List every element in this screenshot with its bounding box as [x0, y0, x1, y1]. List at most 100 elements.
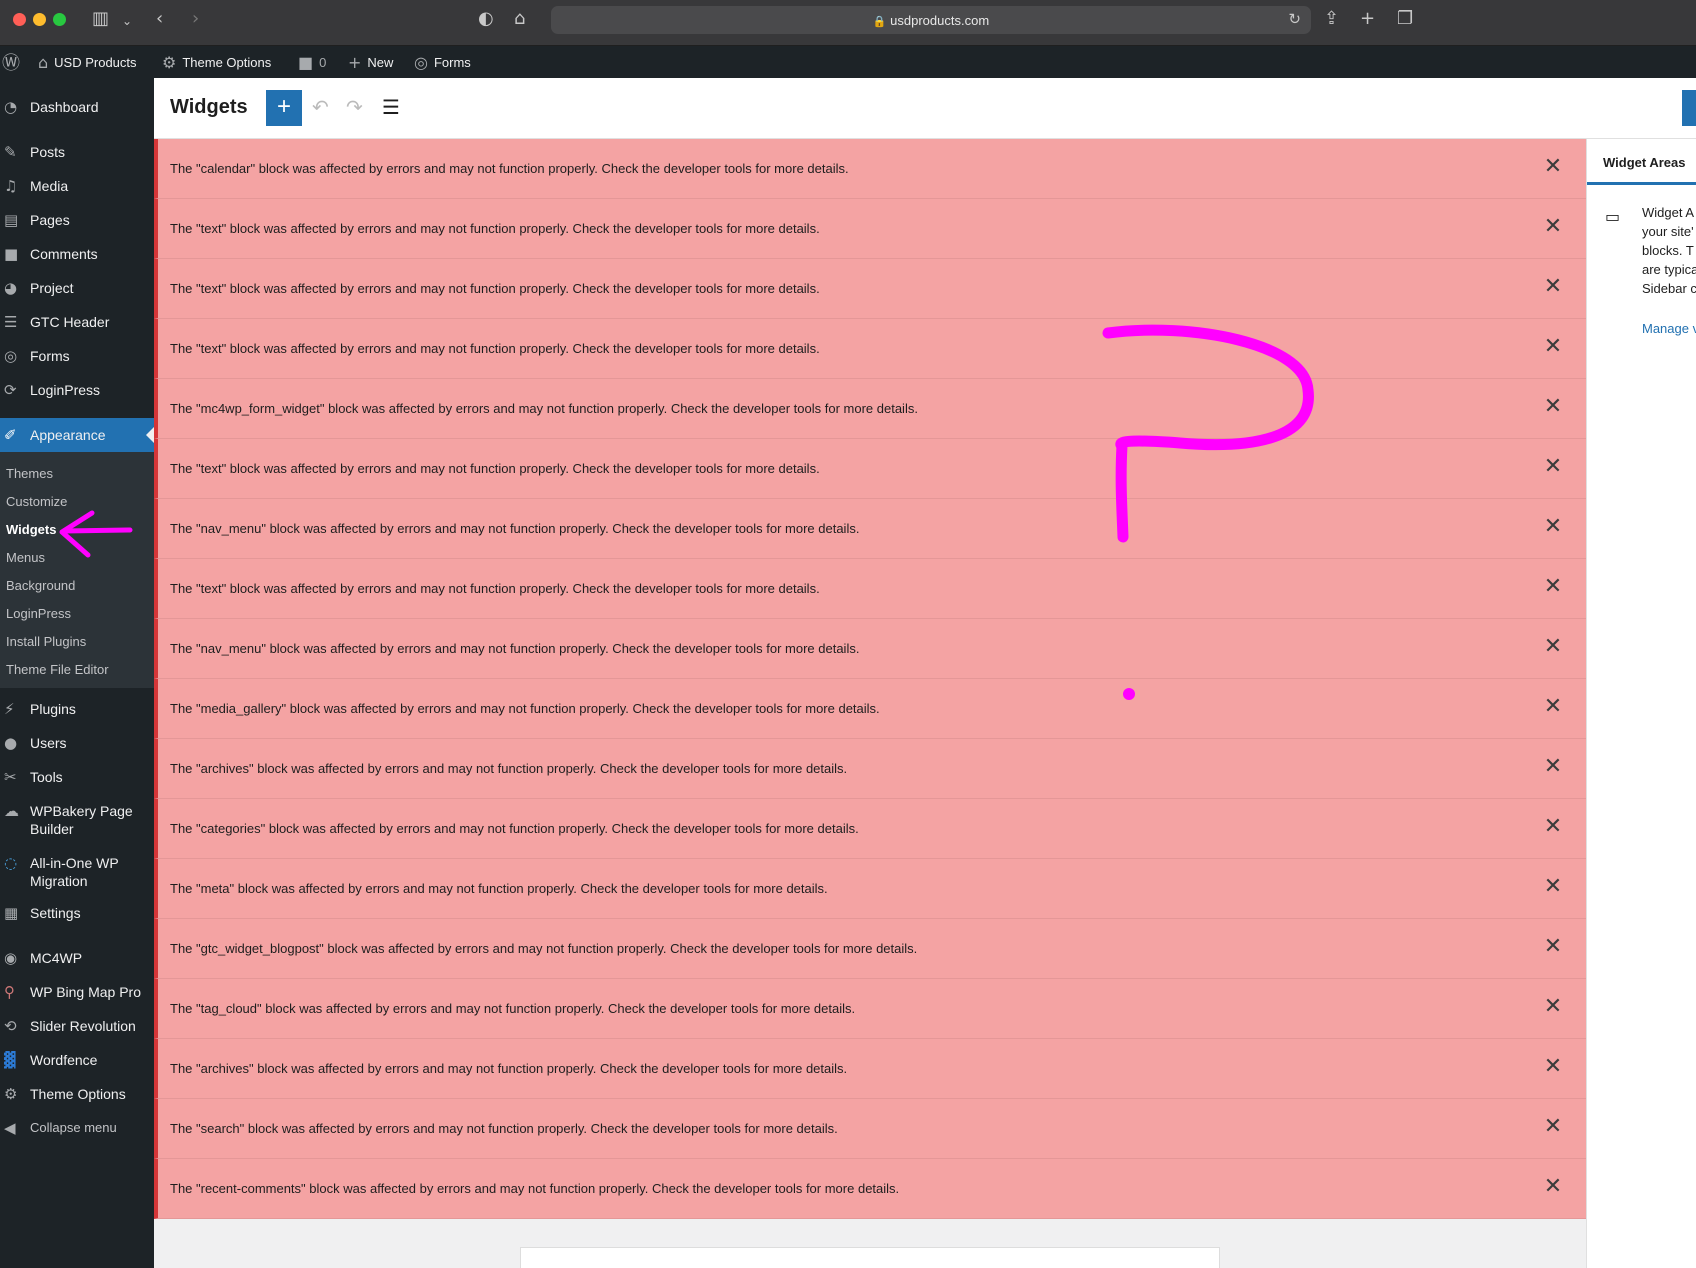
sidebar-item-tools[interactable]: ✂ Tools [0, 768, 154, 786]
close-icon[interactable]: ✕ [1542, 336, 1564, 358]
submenu-loginpress[interactable]: LoginPress [6, 606, 71, 621]
close-icon[interactable]: ✕ [1542, 276, 1564, 298]
error-notice: The "gtc_widget_blogpost" block was affe… [154, 919, 1586, 979]
chevron-down-icon[interactable]: ⌄ [122, 11, 132, 31]
submenu-customize[interactable]: Customize [6, 494, 67, 509]
sidebar-item-pages[interactable]: ▤ Pages [0, 211, 154, 229]
sidebar-item-settings[interactable]: ▦ Settings [0, 904, 154, 922]
widget-area-card[interactable] [520, 1247, 1220, 1268]
submenu-theme-file-editor[interactable]: Theme File Editor [6, 662, 109, 677]
sidebar-toggle-icon[interactable]: ▥ [92, 9, 109, 29]
manage-widgets-link[interactable]: Manage v [1642, 321, 1696, 336]
close-icon[interactable]: ✕ [1542, 216, 1564, 238]
close-icon[interactable]: ✕ [1542, 756, 1564, 778]
submenu-widgets[interactable]: Widgets [6, 522, 56, 537]
close-icon[interactable]: ✕ [1542, 696, 1564, 718]
back-icon[interactable]: ‹ [156, 9, 163, 29]
dashboard-icon: ◔ [4, 98, 18, 116]
new-tab-icon[interactable]: + [1360, 9, 1375, 29]
notice-text: The "media_gallery" block was affected b… [170, 701, 880, 716]
close-icon[interactable]: ✕ [1542, 576, 1564, 598]
error-notice: The "search" block was affected by error… [154, 1099, 1586, 1159]
sidebar-item-gtc-header[interactable]: ☰ GTC Header [0, 313, 154, 331]
close-icon[interactable]: ✕ [1542, 396, 1564, 418]
notice-text: The "calendar" block was affected by err… [170, 161, 849, 176]
error-notice: The "text" block was affected by errors … [154, 439, 1586, 499]
update-button[interactable] [1682, 90, 1696, 126]
close-icon[interactable]: ✕ [1542, 1056, 1564, 1078]
submenu-install-plugins[interactable]: Install Plugins [6, 634, 86, 649]
close-icon[interactable]: ✕ [1542, 936, 1564, 958]
tab-overview-icon[interactable]: ❐ [1397, 9, 1413, 29]
sidebar-item-all-in-one-migration[interactable]: ◌ All-in-One WP Migration [0, 854, 154, 890]
sidebar-item-dashboard[interactable]: ◔ Dashboard [0, 98, 154, 116]
gear-icon: ⚙ [4, 1085, 18, 1103]
current-menu-arrow [146, 427, 154, 443]
close-icon[interactable]: ✕ [1542, 816, 1564, 838]
close-icon[interactable]: ✕ [1542, 456, 1564, 478]
reload-icon[interactable]: ↻ [1288, 10, 1301, 28]
minimize-window-button[interactable] [33, 13, 46, 26]
sidebar-item-theme-options[interactable]: ⚙ Theme Options [0, 1085, 154, 1103]
address-bar[interactable]: 🔒 usdproducts.com ↻ [551, 6, 1311, 34]
url-text: usdproducts.com [890, 13, 990, 28]
plug-icon: ⚡ [4, 700, 15, 718]
sidebar-item-project[interactable]: ◕ Project [0, 279, 154, 297]
submenu-menus[interactable]: Menus [6, 550, 45, 565]
notice-text: The "text" block was affected by errors … [170, 581, 820, 596]
loginpress-icon: ⟳ [4, 381, 17, 399]
forward-icon[interactable]: › [192, 9, 199, 29]
sidebar-item-slider-revolution[interactable]: ⟲ Slider Revolution [0, 1017, 154, 1035]
sidebar-item-mc4wp[interactable]: ◉ MC4WP [0, 949, 154, 967]
sidebar-item-wordfence[interactable]: ▓ Wordfence [0, 1051, 154, 1069]
sidebar-item-appearance[interactable]: ✐ Appearance [0, 418, 154, 452]
close-icon[interactable]: ✕ [1542, 876, 1564, 898]
sidebar-item-wpbakery[interactable]: ☁ WPBakery Page Builder [0, 802, 154, 838]
new-content-link[interactable]: + New [348, 46, 393, 78]
error-notice: The "text" block was affected by errors … [154, 199, 1586, 259]
sidebar-item-media[interactable]: ♫ Media [0, 177, 154, 195]
submenu-background[interactable]: Background [6, 578, 75, 593]
add-block-button[interactable]: + [266, 90, 302, 126]
close-window-button[interactable] [13, 13, 26, 26]
undo-icon[interactable]: ↶ [312, 95, 329, 119]
forms-link[interactable]: ◎ Forms [414, 46, 471, 78]
notice-text: The "nav_menu" block was affected by err… [170, 521, 860, 536]
close-icon[interactable]: ✕ [1542, 636, 1564, 658]
sidebar-item-loginpress[interactable]: ⟳ LoginPress [0, 381, 154, 399]
site-name-link[interactable]: ⌂ USD Products [38, 46, 137, 78]
close-icon[interactable]: ✕ [1542, 996, 1564, 1018]
error-notice: The "meta" block was affected by errors … [154, 859, 1586, 919]
notice-text: The "text" block was affected by errors … [170, 281, 820, 296]
sidebar-item-posts[interactable]: ✎ Posts [0, 143, 154, 161]
sidebar-item-plugins[interactable]: ⚡ Plugins [0, 700, 154, 718]
browser-toolbar: ▥ ⌄ ‹ › ◐ ⌂ 🔒 usdproducts.com ↻ ⇪ + ❐ [0, 0, 1696, 46]
comments-link[interactable]: ■ 0 [298, 46, 326, 78]
sidebar-item-users[interactable]: ● Users [0, 734, 154, 752]
brush-icon: ✐ [4, 426, 17, 444]
tab-widget-areas[interactable]: Widget Areas [1603, 155, 1685, 170]
share-icon[interactable]: ⇪ [1324, 9, 1339, 29]
sidebar-item-comments[interactable]: ■ Comments [0, 245, 154, 263]
notice-text: The "categories" block was affected by e… [170, 821, 859, 836]
close-icon[interactable]: ✕ [1542, 1176, 1564, 1198]
theme-options-link[interactable]: ⚙ Theme Options [162, 46, 271, 78]
notice-text: The "search" block was affected by error… [170, 1121, 838, 1136]
shield-icon[interactable]: ◐ [478, 9, 494, 29]
submenu-themes[interactable]: Themes [6, 466, 53, 481]
close-icon[interactable]: ✕ [1542, 156, 1564, 178]
error-notice: The "text" block was affected by errors … [154, 559, 1586, 619]
home-icon[interactable]: ⌂ [514, 9, 525, 29]
list-view-icon[interactable]: ☰ [382, 95, 400, 119]
settings-sidebar: Widget Areas ▭ Widget A your site' block… [1586, 139, 1696, 1268]
lock-icon: 🔒 [872, 15, 887, 28]
close-icon[interactable]: ✕ [1542, 1116, 1564, 1138]
close-icon[interactable]: ✕ [1542, 516, 1564, 538]
sidebar-item-forms[interactable]: ◎ Forms [0, 347, 154, 365]
sidebar-item-wp-bing-map-pro[interactable]: ⚲ WP Bing Map Pro [0, 983, 154, 1001]
wordpress-logo-icon[interactable]: Ⓦ [2, 46, 20, 78]
zoom-window-button[interactable] [53, 13, 66, 26]
collapse-menu-button[interactable]: ◀ Collapse menu [0, 1119, 154, 1137]
refresh-icon: ⟲ [4, 1017, 17, 1035]
redo-icon[interactable]: ↷ [346, 95, 363, 119]
